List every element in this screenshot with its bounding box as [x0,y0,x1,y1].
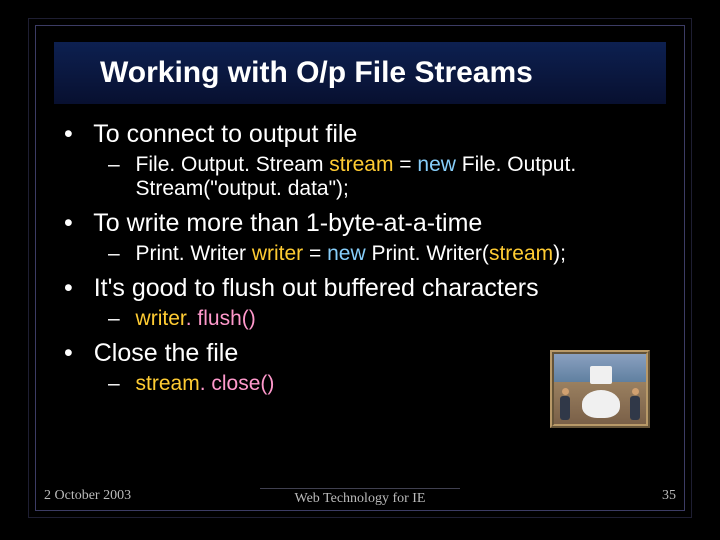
person-icon [630,388,640,422]
illustration-image [550,350,650,428]
code-text: File. Output. Stream [136,153,330,176]
footer-date: 2 October 2003 [44,488,131,504]
code-arg: stream [489,242,553,265]
bullet-3: It's good to flush out buffered characte… [64,274,666,331]
person-icon [560,388,570,422]
footer-page-number: 35 [662,488,676,504]
code-text: Print. Writer( [366,242,489,265]
code-keyword: new [327,242,366,265]
bullet-1: To connect to output file File. Output. … [64,120,666,201]
code-var: writer [136,307,186,330]
code-text: ); [553,242,566,265]
bullet-1-text: To connect to output file [93,120,357,148]
bullet-1-sub: File. Output. Stream stream = new File. … [108,153,666,201]
code-method: . flush() [186,307,256,330]
footer-title: Web Technology for IE [260,488,460,507]
bullet-3-text: It's good to flush out buffered characte… [94,274,539,302]
bullet-3-sub: writer. flush() [108,307,666,331]
code-keyword: new [417,153,456,176]
title-bar: Working with O/p File Streams [54,42,666,104]
bullet-4-text: Close the file [94,339,239,367]
code-var: writer [252,242,303,265]
slide-title: Working with O/p File Streams [100,56,648,90]
slide-footer: 2 October 2003 Web Technology for IE 35 [36,488,684,504]
toilet-icon [582,366,620,418]
bullet-2-text: To write more than 1-byte-at-a-time [93,209,482,237]
code-text: = [303,242,327,265]
bullet-2-sub: Print. Writer writer = new Print. Writer… [108,242,666,266]
code-method: . close() [200,372,275,395]
code-text: Print. Writer [136,242,252,265]
code-var: stream [136,372,200,395]
slide-border-inner: Working with O/p File Streams To connect… [35,25,685,511]
bullet-2: To write more than 1-byte-at-a-time Prin… [64,209,666,266]
slide-border-outer: Working with O/p File Streams To connect… [28,18,692,518]
code-text: = [393,153,417,176]
code-var: stream [329,153,393,176]
